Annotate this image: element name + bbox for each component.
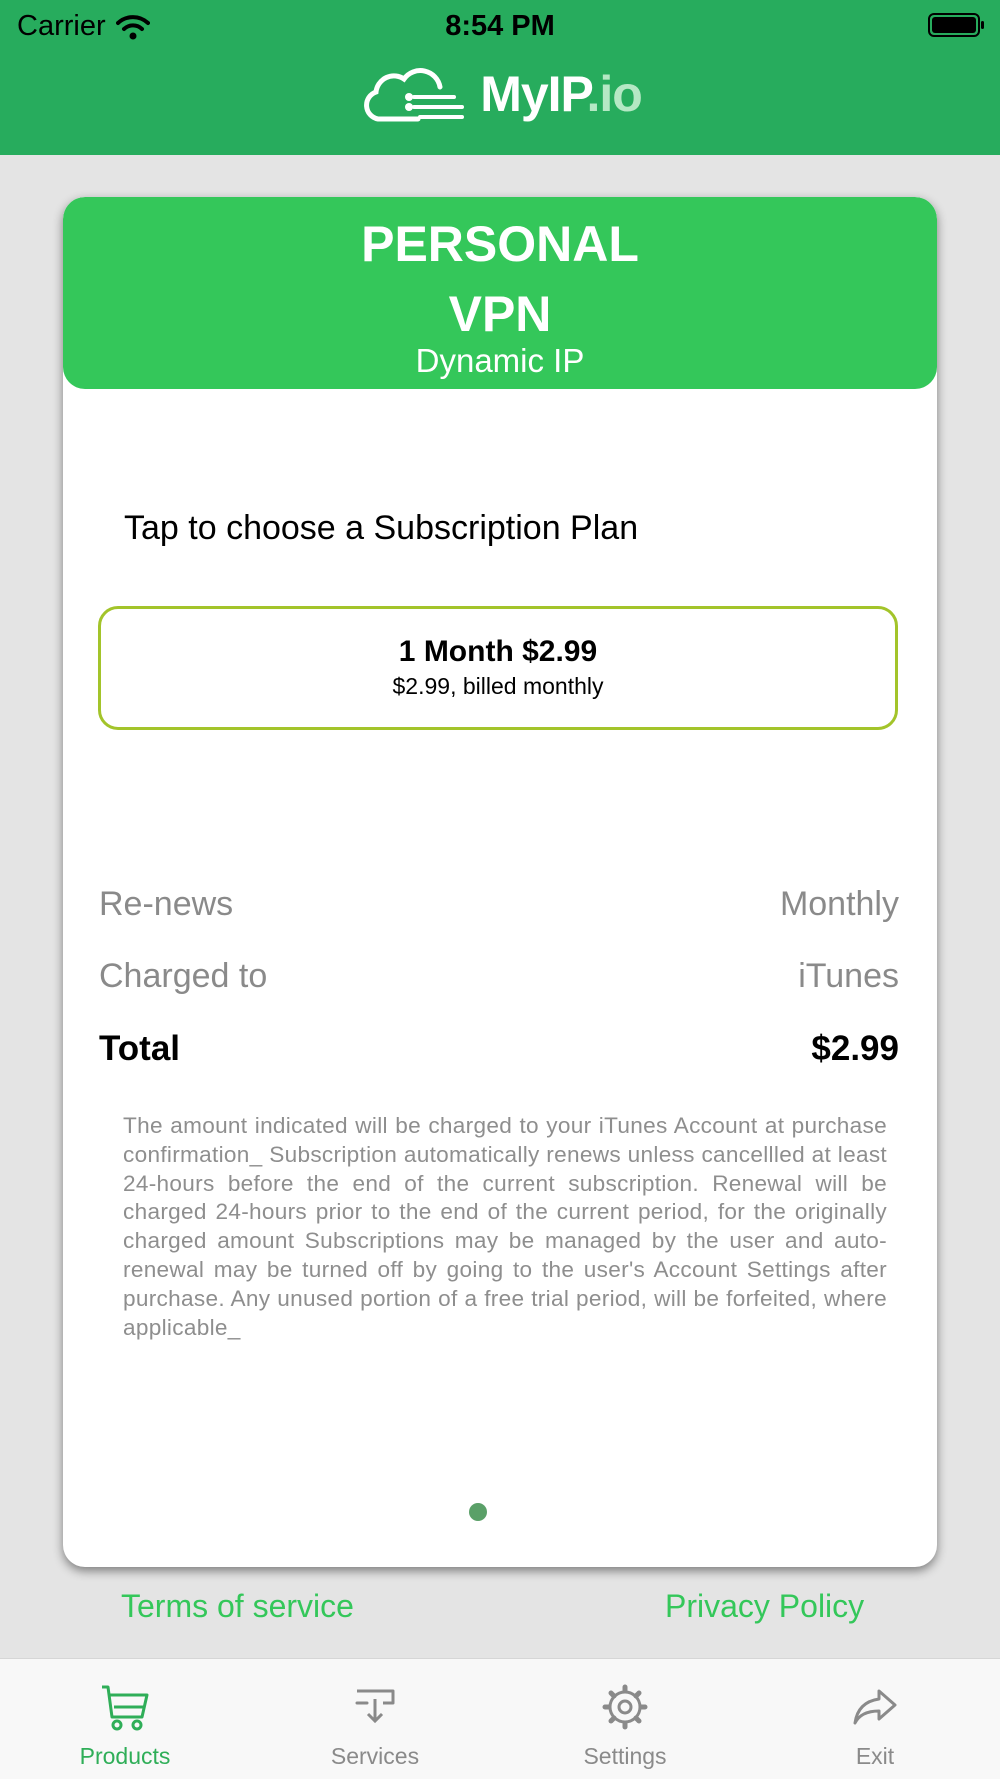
legal-disclaimer: The amount indicated will be charged to … [123, 1113, 887, 1340]
tab-services-label: Services [330, 1743, 420, 1769]
renews-row: Re-news Monthly [99, 885, 899, 924]
tab-settings-label: Settings [583, 1743, 667, 1769]
download-tray-icon [355, 1689, 395, 1724]
app-header: Carrier 8:54 PM MyIP.io [0, 0, 1000, 155]
app-logo: MyIP.io [0, 58, 1000, 130]
tab-exit-label: Exit [855, 1743, 895, 1769]
tab-products[interactable]: Products [25, 1659, 225, 1779]
tab-exit[interactable]: Exit [775, 1659, 975, 1779]
option-title: 1 Month $2.99 [398, 635, 598, 668]
status-time: 8:54 PM [445, 10, 555, 42]
logo-main: MyIP [480, 66, 587, 122]
cloud-logo-icon [364, 68, 465, 122]
share-arrow-icon [853, 1689, 897, 1725]
terms-of-service-link[interactable]: Terms of service [121, 1588, 354, 1625]
charged-label: Charged to [99, 957, 268, 995]
total-row: Total $2.99 [99, 1029, 899, 1069]
page-indicator-dot[interactable] [469, 1503, 487, 1521]
status-bar: Carrier 8:54 PM [0, 0, 1000, 50]
plan-header: PERSONAL VPN Dynamic IP [63, 197, 937, 389]
logo-wordmark: MyIP.io [480, 65, 643, 123]
total-label: Total [99, 1029, 181, 1068]
total-value: $2.99 [811, 1029, 899, 1068]
renews-label: Re-news [99, 885, 234, 923]
battery-icon [928, 13, 984, 37]
charged-value: iTunes [798, 957, 899, 995]
plan-title: PERSONAL VPN [361, 216, 639, 342]
option-detail: $2.99, billed monthly [392, 673, 604, 699]
plan-card: PERSONAL VPN Dynamic IP Tap to choose a … [63, 197, 937, 1567]
tab-products-label: Products [79, 1743, 171, 1769]
subscription-prompt: Tap to choose a Subscription Plan [124, 509, 639, 547]
subscription-option-1-month[interactable]: 1 Month $2.99 $2.99, billed monthly [98, 606, 898, 730]
charged-row: Charged to iTunes [99, 957, 899, 996]
logo-suffix: .io [586, 66, 642, 122]
renews-value: Monthly [779, 885, 899, 923]
tab-settings[interactable]: Settings [525, 1659, 725, 1779]
gear-icon [602, 1684, 648, 1730]
tab-services[interactable]: Services [275, 1659, 475, 1779]
plan-subtitle: Dynamic IP [415, 342, 585, 379]
privacy-policy-link[interactable]: Privacy Policy [665, 1588, 864, 1625]
tab-bar: Products Services Settings Exit [0, 1658, 1000, 1779]
cart-icon [102, 1685, 149, 1731]
